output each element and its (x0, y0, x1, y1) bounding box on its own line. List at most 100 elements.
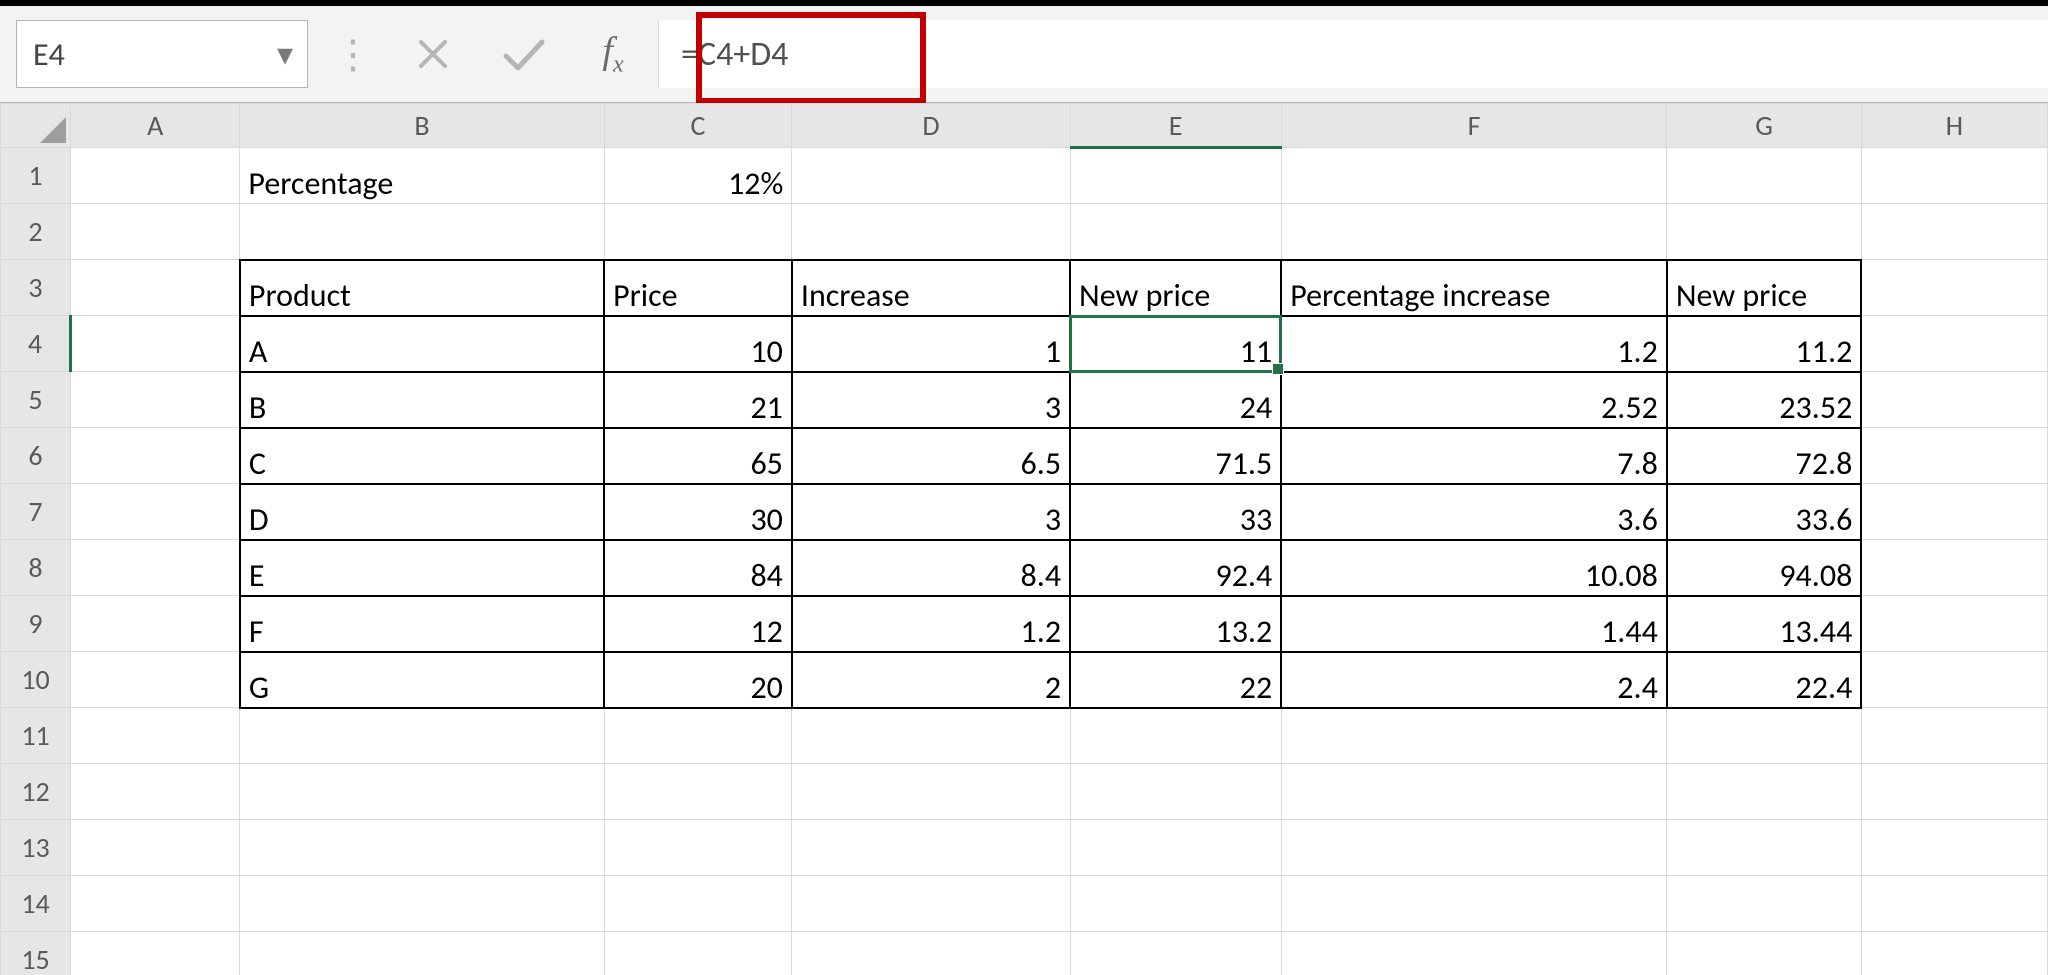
cell-C10[interactable]: 20 (604, 652, 792, 708)
row-header-8[interactable]: 8 (1, 540, 71, 596)
col-header-H[interactable]: H (1861, 104, 2047, 148)
row-header-13[interactable]: 13 (1, 820, 71, 876)
cell-D15[interactable] (792, 932, 1070, 975)
cell-D12[interactable] (792, 764, 1070, 820)
cell-C15[interactable] (604, 932, 792, 975)
cell-F4[interactable]: 1.2 (1281, 316, 1667, 372)
cell-H12[interactable] (1861, 764, 2047, 820)
cell-H8[interactable] (1861, 540, 2047, 596)
cell-B2[interactable] (240, 204, 604, 260)
cell-A1[interactable] (71, 148, 240, 204)
cell-G8[interactable]: 94.08 (1667, 540, 1861, 596)
cell-B12[interactable] (240, 764, 604, 820)
cell-A11[interactable] (71, 708, 240, 764)
cell-H2[interactable] (1861, 204, 2047, 260)
row-header-12[interactable]: 12 (1, 764, 71, 820)
cell-D2[interactable] (792, 204, 1070, 260)
cell-H1[interactable] (1861, 148, 2047, 204)
cell-D5[interactable]: 3 (792, 372, 1070, 428)
row-header-15[interactable]: 15 (1, 932, 71, 975)
cell-G5[interactable]: 23.52 (1667, 372, 1861, 428)
cell-C1[interactable]: 12% (604, 148, 792, 204)
cell-H4[interactable] (1861, 316, 2047, 372)
chevron-down-icon[interactable]: ▾ (277, 35, 293, 74)
cell-B6[interactable]: C (240, 428, 604, 484)
cell-A7[interactable] (71, 484, 240, 540)
cell-A5[interactable] (71, 372, 240, 428)
cell-E7[interactable]: 33 (1070, 484, 1281, 540)
cell-H9[interactable] (1861, 596, 2047, 652)
cell-B9[interactable]: F (240, 596, 604, 652)
row-header-11[interactable]: 11 (1, 708, 71, 764)
cell-C5[interactable]: 21 (604, 372, 792, 428)
cell-A2[interactable] (71, 204, 240, 260)
row-header-6[interactable]: 6 (1, 428, 71, 484)
cell-D8[interactable]: 8.4 (792, 540, 1070, 596)
cell-D7[interactable]: 3 (792, 484, 1070, 540)
cell-F15[interactable] (1281, 932, 1667, 975)
cell-E1[interactable] (1070, 148, 1281, 204)
cell-C8[interactable]: 84 (604, 540, 792, 596)
cell-C12[interactable] (604, 764, 792, 820)
cell-F8[interactable]: 10.08 (1281, 540, 1667, 596)
cell-B15[interactable] (240, 932, 604, 975)
cell-A3[interactable] (71, 260, 240, 316)
cell-C4[interactable]: 10 (604, 316, 792, 372)
cell-C13[interactable] (604, 820, 792, 876)
cell-A15[interactable] (71, 932, 240, 975)
cell-H3[interactable] (1861, 260, 2047, 316)
name-box[interactable]: ▾ (16, 20, 308, 88)
cell-D10[interactable]: 2 (792, 652, 1070, 708)
cell-F5[interactable]: 2.52 (1281, 372, 1667, 428)
col-header-E[interactable]: E (1070, 104, 1281, 148)
cell-H14[interactable] (1861, 876, 2047, 932)
formula-input[interactable]: =C4+D4 (658, 20, 2048, 88)
cell-B3[interactable]: Product (240, 260, 604, 316)
row-header-3[interactable]: 3 (1, 260, 71, 316)
cell-A14[interactable] (71, 876, 240, 932)
cell-G4[interactable]: 11.2 (1667, 316, 1861, 372)
col-header-C[interactable]: C (604, 104, 792, 148)
cell-E5[interactable]: 24 (1070, 372, 1281, 428)
cell-D3[interactable]: Increase (792, 260, 1070, 316)
cell-G7[interactable]: 33.6 (1667, 484, 1861, 540)
cell-A12[interactable] (71, 764, 240, 820)
cancel-formula-button[interactable] (388, 6, 478, 102)
cell-A8[interactable] (71, 540, 240, 596)
cell-A6[interactable] (71, 428, 240, 484)
row-header-9[interactable]: 9 (1, 596, 71, 652)
col-header-F[interactable]: F (1281, 104, 1667, 148)
cell-E2[interactable] (1070, 204, 1281, 260)
cell-C2[interactable] (604, 204, 792, 260)
cell-G10[interactable]: 22.4 (1667, 652, 1861, 708)
cell-H15[interactable] (1861, 932, 2047, 975)
row-header-10[interactable]: 10 (1, 652, 71, 708)
cell-B11[interactable] (240, 708, 604, 764)
cell-F1[interactable] (1281, 148, 1667, 204)
cell-G3[interactable]: New price (1667, 260, 1861, 316)
cell-E15[interactable] (1070, 932, 1281, 975)
cell-F13[interactable] (1281, 820, 1667, 876)
cell-H11[interactable] (1861, 708, 2047, 764)
cell-A13[interactable] (71, 820, 240, 876)
cell-A10[interactable] (71, 652, 240, 708)
cell-E3[interactable]: New price (1070, 260, 1281, 316)
cell-C14[interactable] (604, 876, 792, 932)
cell-G1[interactable] (1667, 148, 1861, 204)
accept-formula-button[interactable] (478, 6, 568, 102)
cell-B14[interactable] (240, 876, 604, 932)
cell-D13[interactable] (792, 820, 1070, 876)
col-header-G[interactable]: G (1667, 104, 1861, 148)
cell-E12[interactable] (1070, 764, 1281, 820)
row-header-2[interactable]: 2 (1, 204, 71, 260)
cell-F12[interactable] (1281, 764, 1667, 820)
cell-G13[interactable] (1667, 820, 1861, 876)
cell-E11[interactable] (1070, 708, 1281, 764)
cell-F14[interactable] (1281, 876, 1667, 932)
cell-F9[interactable]: 1.44 (1281, 596, 1667, 652)
col-header-D[interactable]: D (792, 104, 1070, 148)
cell-D6[interactable]: 6.5 (792, 428, 1070, 484)
cell-F3[interactable]: Percentage increase (1281, 260, 1667, 316)
cell-B13[interactable] (240, 820, 604, 876)
insert-function-button[interactable]: fx (568, 6, 658, 102)
